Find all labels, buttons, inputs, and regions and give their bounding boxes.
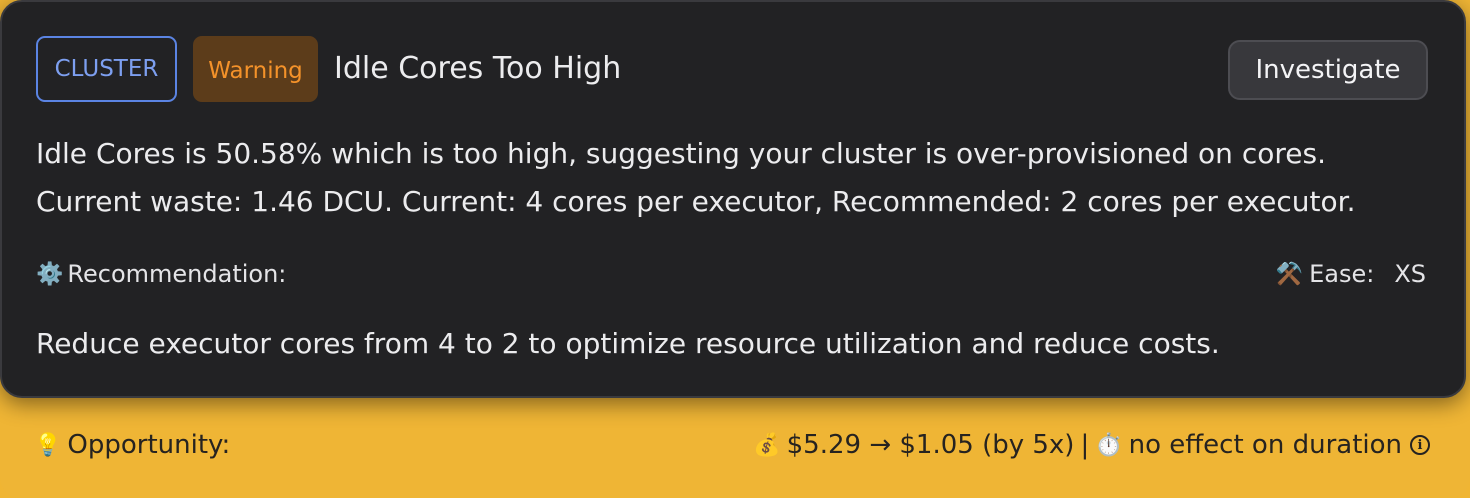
cost-change: $5.29 → $1.05 (by 5x): [786, 430, 1075, 460]
investigate-button[interactable]: Investigate: [1228, 40, 1428, 100]
description-line-2: Current waste: 1.46 DCU. Current: 4 core…: [36, 185, 1356, 218]
description-line-1: Idle Cores is 50.58% which is too high, …: [36, 137, 1326, 170]
info-icon[interactable]: i: [1410, 435, 1430, 455]
ease-group: ⚒️ Ease: XS: [1276, 254, 1426, 294]
lightbulb-icon: 💡: [34, 432, 62, 458]
gear-icon: ⚙️: [36, 261, 64, 287]
insight-description: Idle Cores is 50.58% which is too high, …: [36, 130, 1436, 226]
recommendation-label: Recommendation:: [67, 260, 287, 288]
recommendation-label-group: ⚙️ Recommendation:: [36, 254, 286, 294]
category-tag: CLUSTER: [36, 36, 177, 102]
hammer-pick-icon: ⚒️: [1275, 261, 1304, 287]
ease-value: XS: [1394, 260, 1426, 288]
opportunity-label-group: 💡 Opportunity:: [34, 424, 230, 466]
opportunity-footer: 💡 Opportunity: 💰 $5.29 → $1.05 (by 5x) |…: [34, 424, 1430, 466]
stopwatch-icon: ⏱️: [1095, 432, 1123, 458]
insight-title: Idle Cores Too High: [334, 51, 622, 86]
separator: |: [1080, 430, 1090, 460]
opportunity-details: 💰 $5.29 → $1.05 (by 5x) | ⏱️ no effect o…: [753, 424, 1430, 466]
insight-card: CLUSTER Warning Idle Cores Too High Inve…: [0, 0, 1466, 398]
ease-label: Ease:: [1309, 260, 1375, 288]
severity-tag: Warning: [193, 36, 318, 102]
duration-effect: no effect on duration: [1128, 430, 1402, 460]
money-bag-icon: 💰: [753, 432, 781, 458]
recommendation-header: ⚙️ Recommendation: ⚒️ Ease: XS: [36, 254, 1426, 294]
recommendation-text: Reduce executor cores from 4 to 2 to opt…: [36, 327, 1220, 360]
opportunity-label: Opportunity:: [67, 430, 231, 460]
card-header: CLUSTER Warning Idle Cores Too High Inve…: [36, 36, 1428, 102]
insight-panel: CLUSTER Warning Idle Cores Too High Inve…: [0, 0, 1470, 498]
